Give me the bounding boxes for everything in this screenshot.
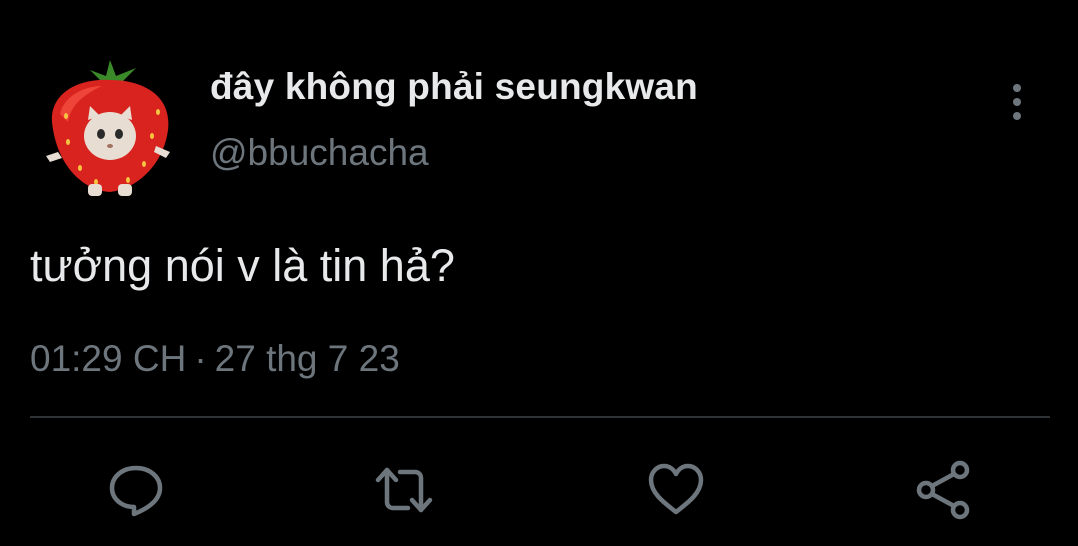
meta-separator: · xyxy=(194,338,207,379)
tweet-detail: đây không phải seungkwan @bbuchacha tưởn… xyxy=(0,0,1078,546)
share-icon xyxy=(916,460,970,520)
reply-button[interactable] xyxy=(106,460,166,520)
tweet-text: tưởng nói v là tin hả? xyxy=(30,240,455,291)
more-options-button[interactable] xyxy=(1004,82,1030,122)
retweet-icon xyxy=(375,467,433,513)
user-handle[interactable]: @bbuchacha xyxy=(210,132,429,174)
tweet-timestamp[interactable]: 01:29 CH · 27 thg 7 23 xyxy=(30,338,400,380)
more-vertical-icon xyxy=(1013,84,1021,120)
like-button[interactable] xyxy=(646,460,706,520)
tweet-date: 27 thg 7 23 xyxy=(214,338,400,379)
share-button[interactable] xyxy=(914,460,974,520)
tweet-time: 01:29 CH xyxy=(30,338,187,379)
strawberry-cat-avatar-image xyxy=(46,60,170,196)
divider xyxy=(30,416,1050,418)
reply-icon xyxy=(109,465,163,517)
heart-icon xyxy=(648,463,704,515)
avatar[interactable] xyxy=(40,52,178,200)
display-name[interactable]: đây không phải seungkwan xyxy=(210,66,698,108)
retweet-button[interactable] xyxy=(374,460,434,520)
